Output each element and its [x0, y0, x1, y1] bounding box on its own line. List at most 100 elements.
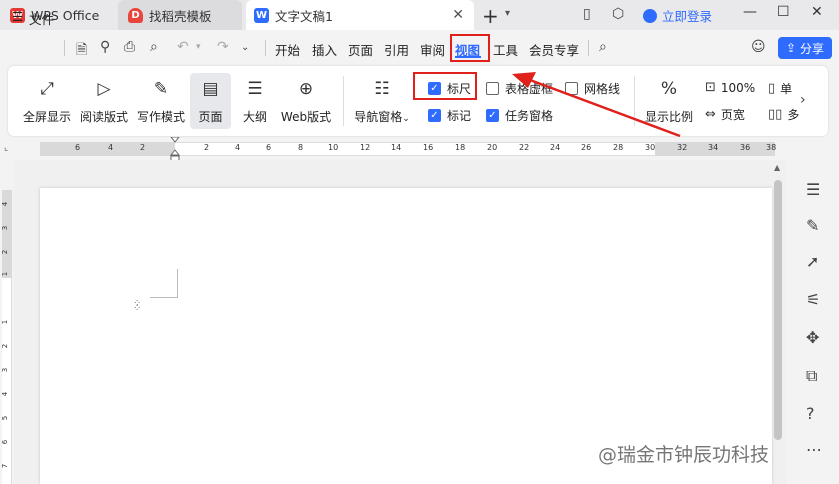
hamburger-icon[interactable]: ☰ [12, 9, 23, 24]
page-width-icon: ⇔ [705, 107, 716, 122]
print-preview-icon[interactable]: ⌕ [150, 39, 158, 55]
word-doc-icon: W [254, 7, 269, 23]
menu-review[interactable]: 审阅 [420, 40, 445, 59]
zoom-button[interactable]: % 显示比例 [642, 73, 696, 129]
pen-icon[interactable]: ✎ [806, 216, 819, 235]
menu-page[interactable]: 页面 [348, 40, 373, 59]
checkbox-checked-icon: ✓ [486, 109, 499, 122]
cube-icon[interactable]: ⬡ [612, 6, 624, 22]
chevron-right-icon[interactable]: › [800, 92, 806, 108]
multi-page-button[interactable]: ▯▯ 多 [768, 106, 799, 123]
menu-insert[interactable]: 插入 [312, 40, 337, 59]
chevron-down-icon[interactable]: ▾ [196, 42, 201, 52]
more-icon[interactable]: ⋯ [806, 440, 822, 459]
reading-mode-button[interactable]: ▷ 阅读版式 [76, 73, 132, 129]
new-tab-icon[interactable]: + [482, 4, 499, 28]
outline-icon: ☰ [247, 79, 263, 99]
magic-tools-icon[interactable]: ✥ [806, 328, 819, 347]
nav-pane-label: 导航窗格 [354, 110, 403, 124]
login-button[interactable]: 立即登录 [643, 6, 712, 25]
vertical-ruler-tick-label: 6 [1, 439, 10, 445]
share-screen-icon[interactable]: ⧉ [806, 366, 817, 386]
tab-document[interactable]: W 文字文稿1 ✕ [246, 0, 474, 30]
ruler-tick-label: 22 [519, 143, 530, 152]
button-label: 全屏显示 [22, 110, 71, 124]
checkbox-label: 标记 [447, 109, 472, 123]
tab-docer-templates[interactable]: D 找稻壳模板 [118, 0, 242, 30]
button-label: 100% [720, 80, 756, 95]
print-icon[interactable]: ⎙ [124, 39, 135, 55]
vertical-ruler-tick-label: 4 [1, 391, 10, 397]
fullscreen-button[interactable]: ⤢ 全屏显示 [18, 73, 76, 129]
page-view-button[interactable]: ▤ 页面 [190, 73, 231, 129]
ruler-tick-label: 6 [75, 143, 81, 152]
outline-button[interactable]: ☰ 大纲 [236, 73, 274, 129]
adjust-icon[interactable]: ⚟ [806, 290, 820, 309]
chevron-down-icon[interactable]: ⌄ [241, 42, 249, 53]
marks-checkbox[interactable]: ✓ 标记 [428, 107, 471, 124]
undo-icon[interactable]: ↶ [177, 39, 189, 55]
menu-file[interactable]: 文件 [29, 9, 54, 28]
right-tool-panel [800, 166, 839, 484]
menu-tools[interactable]: 工具 [493, 40, 518, 59]
maximize-icon[interactable]: ☐ [777, 4, 790, 20]
ruler-corner-icon[interactable]: ⌞ [4, 143, 8, 153]
page-width-button[interactable]: ⇔ 页宽 [705, 106, 745, 123]
divider [588, 40, 589, 56]
vertical-ruler-tick-label: 1 [1, 319, 10, 325]
vertical-scrollbar[interactable] [774, 180, 782, 440]
single-page-button[interactable]: ▯ 单 [768, 80, 792, 97]
window-close-icon[interactable]: ✕ [811, 4, 823, 20]
highlight-box-view [450, 34, 490, 62]
menu-home[interactable]: 开始 [275, 40, 300, 59]
menu-reference[interactable]: 引用 [384, 40, 409, 59]
button-label: 页宽 [720, 108, 745, 122]
minimize-icon[interactable]: — [743, 4, 757, 20]
play-icon: ▷ [97, 79, 111, 99]
pen-icon: ✎ [153, 79, 169, 99]
comment-icon[interactable]: ☺ [751, 39, 766, 55]
ruler-tick-label: 10 [328, 143, 339, 152]
scroll-up-icon[interactable]: ▲ [774, 163, 780, 172]
ruler-tick-label: 20 [487, 143, 498, 152]
share-label: 分享 [800, 41, 825, 56]
sidebar-toggle-icon[interactable]: ▯ [583, 6, 591, 22]
gridlines-checkbox[interactable]: 网格线 [565, 80, 620, 97]
ruler-tick-label: 8 [298, 143, 304, 152]
web-layout-button[interactable]: ⊕ Web版式 [278, 73, 334, 129]
ruler-tick-label: 28 [613, 143, 624, 152]
zoom-100-button[interactable]: ⊡ 100% [705, 80, 755, 95]
divider [634, 76, 635, 126]
navigation-pane-button[interactable]: ☷ 导航窗格⌄ [352, 73, 412, 129]
ruler-tick-label: 32 [677, 143, 688, 152]
chevron-down-icon[interactable]: ▾ [505, 8, 510, 19]
button-label: 显示比例 [644, 110, 693, 124]
divider [343, 76, 344, 126]
avatar-icon [643, 8, 657, 23]
cloud-icon[interactable]: ⚲ [100, 39, 110, 55]
divider [265, 40, 266, 56]
sliders-icon[interactable]: ☰ [806, 180, 820, 199]
menu-member[interactable]: 会员专享 [529, 40, 579, 59]
checkbox-label: 网格线 [584, 82, 621, 96]
ruler-tick-label: 38 [766, 143, 777, 152]
drag-handle-icon[interactable]: ⁘ ⁘ [133, 299, 141, 314]
vertical-ruler-tick-label: 5 [1, 415, 10, 421]
fullscreen-icon: ⤢ [40, 79, 54, 99]
percent-icon: % [660, 79, 678, 99]
search-icon[interactable]: ⌕ [599, 39, 607, 55]
cursor-icon[interactable]: ➚ [806, 252, 819, 271]
tab-label: 文字文稿1 [275, 8, 333, 24]
help-icon[interactable]: ? [806, 404, 815, 423]
share-button[interactable]: ⇪ 分享 [778, 37, 832, 59]
redo-icon[interactable]: ↷ [217, 39, 229, 55]
divider [64, 40, 65, 56]
vertical-ruler-tick-label: 3 [1, 225, 10, 231]
task-pane-checkbox[interactable]: ✓ 任务窗格 [486, 107, 553, 124]
writing-mode-button[interactable]: ✎ 写作模式 [134, 73, 188, 129]
table-gridlines-checkbox[interactable]: 表格虚框 [486, 80, 553, 97]
vertical-ruler-tick-label: 1 [1, 271, 10, 277]
save-icon[interactable]: 🗎 [76, 39, 87, 63]
vertical-ruler-tick-label: 2 [1, 249, 10, 255]
close-icon[interactable]: ✕ [452, 7, 464, 23]
